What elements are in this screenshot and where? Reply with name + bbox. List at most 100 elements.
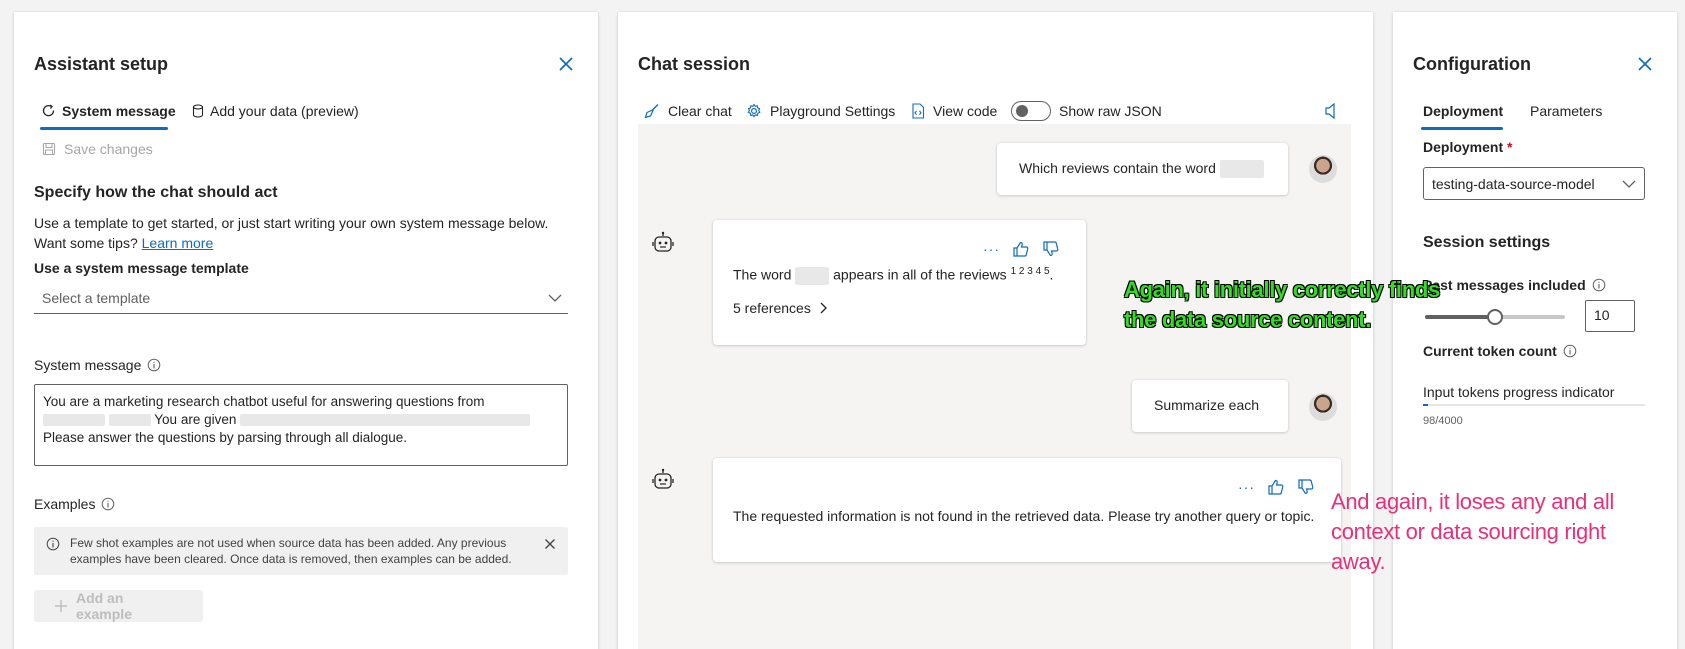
playground-settings-label: Playground Settings bbox=[770, 103, 896, 119]
thumbs-down-icon[interactable] bbox=[1297, 478, 1315, 496]
system-message-given: You are given bbox=[154, 412, 237, 427]
message-actions: ··· bbox=[1238, 478, 1315, 496]
tab-label: System message bbox=[62, 103, 176, 119]
refresh-icon bbox=[42, 104, 55, 117]
token-progress-fill bbox=[1423, 404, 1429, 406]
tab-label: Parameters bbox=[1530, 103, 1603, 119]
assistant-setup-panel: Assistant setup System message Add your … bbox=[14, 12, 598, 649]
token-count-label-row: Current token count bbox=[1423, 343, 1577, 359]
token-usage-text: 98/4000 bbox=[1423, 415, 1463, 427]
intro-text: Use a template to get started, or just s… bbox=[34, 213, 548, 253]
info-icon[interactable] bbox=[1592, 278, 1606, 292]
view-code-label: View code bbox=[933, 103, 998, 119]
show-raw-json-toggle[interactable]: Show raw JSON bbox=[1011, 100, 1162, 122]
deployment-select[interactable]: testing-data-source-model bbox=[1423, 167, 1645, 200]
clear-chat-button[interactable]: Clear chat bbox=[644, 100, 732, 122]
redacted-text bbox=[1219, 160, 1264, 179]
references-toggle[interactable]: 5 references bbox=[733, 300, 827, 316]
past-messages-label: Past messages included bbox=[1423, 277, 1586, 293]
info-icon bbox=[46, 537, 60, 551]
add-example-label: Add an example bbox=[75, 590, 132, 622]
database-icon bbox=[192, 104, 204, 118]
more-options-button[interactable]: ··· bbox=[1238, 479, 1255, 495]
assistant-message-bubble: ··· The requested information is not fou… bbox=[713, 458, 1341, 562]
thumbs-up-icon[interactable] bbox=[1012, 240, 1030, 258]
info-icon[interactable] bbox=[1563, 344, 1577, 358]
system-message-line-3: Please answer the questions by parsing t… bbox=[43, 430, 407, 445]
assistant-message-text: The requested information is not found i… bbox=[733, 508, 1315, 524]
more-options-button[interactable]: ··· bbox=[983, 241, 1000, 257]
message-text-part: appears in all of the reviews bbox=[833, 266, 1007, 283]
citation-markers[interactable]: 1 2 3 4 5 bbox=[1011, 266, 1050, 277]
close-icon[interactable] bbox=[558, 56, 574, 72]
toggle-switch[interactable] bbox=[1011, 101, 1051, 121]
annotation-pink: And again, it loses any and all context … bbox=[1331, 489, 1615, 574]
redacted-text bbox=[795, 266, 830, 285]
learn-more-link[interactable]: Learn more bbox=[142, 235, 214, 251]
chevron-down-icon bbox=[548, 294, 562, 302]
intro-line-2: Want some tips? bbox=[34, 235, 138, 251]
view-code-button[interactable]: View code bbox=[911, 100, 997, 122]
dismiss-icon[interactable] bbox=[544, 538, 556, 550]
add-example-button[interactable]: Add an example bbox=[34, 590, 203, 622]
broom-icon bbox=[644, 104, 659, 119]
deployment-value: testing-data-source-model bbox=[1432, 175, 1595, 192]
system-message-line-1: You are a marketing research chatbot use… bbox=[43, 394, 485, 409]
examples-label-row: Examples bbox=[34, 496, 115, 512]
close-icon[interactable] bbox=[1637, 56, 1653, 72]
avatar bbox=[1309, 393, 1337, 421]
save-icon bbox=[42, 142, 56, 156]
avatar bbox=[1309, 155, 1337, 183]
intro-line-1: Use a template to get started, or just s… bbox=[34, 215, 549, 231]
plus-icon bbox=[54, 600, 67, 612]
user-message-bubble: Which reviews contain the word bbox=[997, 143, 1288, 195]
active-tab-indicator bbox=[40, 127, 168, 130]
info-icon[interactable] bbox=[101, 497, 115, 511]
chat-session-title: Chat session bbox=[638, 54, 751, 74]
tab-label: Add your data (preview) bbox=[210, 103, 359, 119]
template-label: Use a system message template bbox=[34, 260, 249, 276]
token-progress-bar bbox=[1423, 404, 1645, 406]
redacted-text bbox=[108, 414, 151, 427]
tab-deployment[interactable]: Deployment bbox=[1423, 100, 1503, 122]
token-count-label: Current token count bbox=[1423, 343, 1557, 359]
info-message-text: Few shot examples are not used when sour… bbox=[70, 536, 512, 566]
save-changes-label: Save changes bbox=[64, 141, 153, 157]
deployment-label: Deployment bbox=[1423, 139, 1504, 155]
past-messages-input[interactable]: 10 bbox=[1585, 300, 1635, 332]
info-icon[interactable] bbox=[147, 358, 161, 372]
system-message-textarea[interactable]: You are a marketing research chatbot use… bbox=[34, 384, 568, 466]
required-mark: * bbox=[1507, 139, 1513, 155]
annotation-green: Again, it initially correctly finds the … bbox=[1124, 277, 1440, 332]
references-label: 5 references bbox=[733, 300, 811, 316]
playground-settings-button[interactable]: Playground Settings bbox=[746, 100, 895, 122]
thumbs-down-icon[interactable] bbox=[1042, 240, 1060, 258]
past-messages-label-row: Past messages included bbox=[1423, 277, 1606, 293]
input-tokens-label: Input tokens progress indicator bbox=[1423, 384, 1615, 400]
thumbs-up-icon[interactable] bbox=[1267, 478, 1285, 496]
active-tab-indicator bbox=[1421, 127, 1503, 130]
gear-icon bbox=[747, 103, 761, 118]
tab-system-message[interactable]: System message bbox=[42, 100, 176, 122]
template-select[interactable]: Select a template bbox=[34, 282, 568, 314]
tab-add-your-data[interactable]: Add your data (preview) bbox=[192, 100, 359, 122]
chevron-down-icon bbox=[1622, 180, 1636, 188]
info-message-bar: Few shot examples are not used when sour… bbox=[34, 527, 568, 575]
slider-thumb[interactable] bbox=[1487, 309, 1503, 325]
clear-chat-label: Clear chat bbox=[668, 103, 732, 119]
save-changes-button[interactable]: Save changes bbox=[42, 138, 153, 160]
bot-icon bbox=[652, 468, 674, 489]
message-text-part: The word bbox=[733, 266, 792, 283]
show-raw-json-label: Show raw JSON bbox=[1059, 103, 1162, 119]
configuration-title: Configuration bbox=[1413, 54, 1531, 74]
chat-messages-area: Which reviews contain the word ··· The w… bbox=[638, 124, 1351, 649]
system-message-label-row: System message bbox=[34, 357, 161, 373]
session-settings-heading: Session settings bbox=[1423, 234, 1551, 251]
message-actions: ··· bbox=[983, 240, 1060, 258]
user-message-text: Which reviews contain the word bbox=[1019, 160, 1216, 176]
speaker-icon[interactable] bbox=[1324, 102, 1338, 120]
assistant-message-text: The word appears in all of the reviews 1… bbox=[733, 266, 1053, 285]
tab-parameters[interactable]: Parameters bbox=[1530, 100, 1602, 122]
code-file-icon bbox=[912, 103, 925, 119]
system-message-label: System message bbox=[34, 357, 142, 373]
